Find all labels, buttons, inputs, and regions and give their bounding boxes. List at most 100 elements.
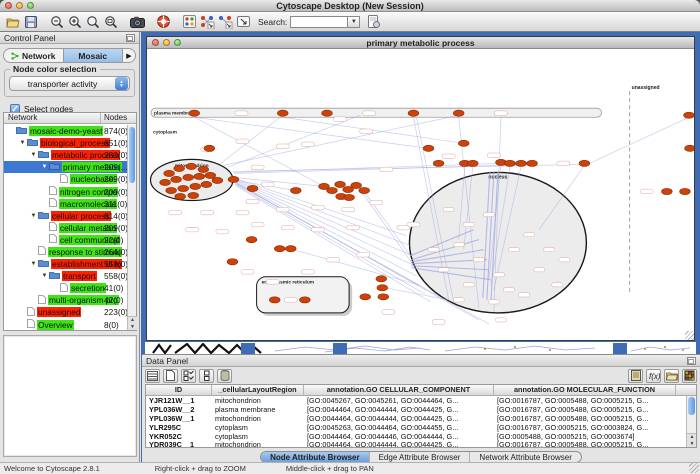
tab-edge-attribute-browser[interactable]: Edge Attribute Browser: [369, 452, 470, 462]
network-node[interactable]: [680, 188, 691, 194]
close-icon[interactable]: [5, 2, 12, 9]
network-node[interactable]: [188, 192, 199, 198]
network-node[interactable]: [178, 185, 189, 191]
network-node[interactable]: [227, 259, 238, 265]
network-node[interactable]: [684, 112, 694, 118]
tree-item-secretion[interactable]: secretion41(0): [4, 282, 127, 294]
help-icon[interactable]: [154, 13, 172, 30]
tab-overflow-icon[interactable]: ▶: [123, 49, 135, 62]
zoom-fit-icon[interactable]: [102, 13, 120, 30]
network-node[interactable]: [198, 166, 209, 172]
snapshot-icon[interactable]: [128, 13, 146, 30]
net-close-icon[interactable]: [152, 39, 159, 46]
table-column-header[interactable]: ID: [146, 385, 212, 395]
network-node[interactable]: [290, 187, 301, 193]
network-node[interactable]: [351, 182, 362, 188]
attribute-list-icon[interactable]: [628, 369, 643, 383]
network-node[interactable]: [360, 294, 371, 300]
network-node[interactable]: [205, 172, 216, 178]
tree-item-cellular-metabo[interactable]: cellular metabo209(0): [4, 222, 127, 234]
network-node[interactable]: [247, 185, 258, 191]
net-minimize-icon[interactable]: [163, 39, 170, 46]
expand-arrow-icon[interactable]: ▼: [18, 140, 27, 146]
tree-item-transport[interactable]: ▼transport558(0): [4, 270, 127, 282]
network-node[interactable]: [160, 179, 171, 185]
plugin-icon[interactable]: [364, 13, 382, 30]
float-data-panel-icon[interactable]: [687, 357, 696, 365]
network-node[interactable]: [344, 194, 355, 200]
network-node[interactable]: [378, 294, 389, 300]
float-panel-icon[interactable]: [126, 34, 135, 42]
tree-item-cellular-process[interactable]: ▼cellular process614(0): [4, 210, 127, 222]
search-input[interactable]: [290, 16, 348, 28]
tree-item-nitrogen-compo[interactable]: nitrogen compo209(0): [4, 185, 127, 197]
tree-item-nucleobase-[interactable]: nucleobase-209(0): [4, 173, 127, 185]
birdseye-view[interactable]: [3, 335, 137, 457]
network-node[interactable]: [527, 160, 538, 166]
network-node[interactable]: [166, 187, 177, 193]
network-node[interactable]: [335, 181, 346, 187]
table-column-header[interactable]: annotation.GO CELLULAR_COMPONENT: [304, 385, 494, 395]
network-node[interactable]: [194, 173, 205, 179]
import-attributes-icon[interactable]: [664, 369, 679, 383]
tab-network-attribute-browser[interactable]: Network Attribute Browser: [469, 452, 580, 462]
matrix-icon[interactable]: [682, 369, 697, 383]
tree-item-unassigned[interactable]: unassigned223(0): [4, 306, 127, 318]
network-node[interactable]: [579, 160, 590, 166]
network-node[interactable]: [171, 176, 182, 182]
network-node[interactable]: [183, 174, 194, 180]
network-node[interactable]: [505, 160, 516, 166]
network-node[interactable]: [174, 165, 185, 171]
tab-mosaic[interactable]: Mosaic: [63, 49, 124, 62]
zoom-window-icon[interactable]: [27, 2, 34, 9]
network-node[interactable]: [201, 181, 212, 187]
table-column-header[interactable]: _cellularLayoutRegion: [212, 385, 304, 395]
attribute-table-icon[interactable]: [145, 369, 160, 383]
tree-item-establishment-of-lo[interactable]: ▼establishment of lo558(0): [4, 258, 127, 270]
network-node[interactable]: [685, 145, 694, 151]
table-row[interactable]: YDR039C__1mitochondrion[GO:0044464, GO:0…: [146, 440, 696, 448]
network-node[interactable]: [189, 110, 200, 116]
network-node[interactable]: [277, 110, 288, 116]
network-node[interactable]: [458, 140, 469, 146]
tree-item-overview[interactable]: Overview8(0): [4, 319, 127, 331]
function-builder-icon[interactable]: f(x): [646, 369, 661, 383]
network-node[interactable]: [212, 177, 223, 183]
network-node[interactable]: [376, 276, 387, 282]
save-icon[interactable]: [22, 13, 40, 30]
network-node[interactable]: [190, 183, 201, 189]
network-node[interactable]: [228, 176, 239, 182]
expand-arrow-icon[interactable]: ▼: [29, 152, 38, 158]
tree-item-macromolecule[interactable]: macromolecule311(0): [4, 198, 127, 210]
delete-attribute-icon[interactable]: [217, 369, 232, 383]
table-scrollbar[interactable]: ▲▼: [686, 396, 696, 447]
vizmapper-icon[interactable]: [180, 13, 198, 30]
new-attribute-icon[interactable]: [163, 369, 178, 383]
network-node[interactable]: [175, 193, 186, 199]
network-node[interactable]: [186, 163, 197, 169]
tree-item-response-to-stimulu[interactable]: response to stimulu264(0): [4, 246, 127, 258]
annotation-icon[interactable]: [234, 13, 252, 30]
open-icon[interactable]: [4, 13, 22, 30]
table-row[interactable]: YKR052Ccytoplasm[GO:0044464, GO:0044446,…: [146, 432, 696, 441]
network-node[interactable]: [300, 297, 311, 303]
table-scroll-arrows[interactable]: ▲▼: [687, 433, 697, 447]
network-node[interactable]: [246, 237, 257, 243]
network-node[interactable]: [423, 145, 434, 151]
zoom-out-icon[interactable]: [48, 13, 66, 30]
window-resize-grip[interactable]: [685, 331, 694, 340]
table-column-header[interactable]: annotation.GO MOLECULAR_FUNCTION: [494, 385, 676, 395]
tab-node-attribute-browser[interactable]: Node Attribute Browser: [261, 452, 369, 462]
layout-icon[interactable]: [216, 13, 234, 30]
select-attributes-icon[interactable]: [181, 369, 196, 383]
expand-arrow-icon[interactable]: ▼: [40, 273, 49, 279]
tree-item-cell-communicat[interactable]: cell communicat22(0): [4, 234, 127, 246]
network-node[interactable]: [377, 285, 388, 291]
network-node[interactable]: [516, 160, 527, 166]
tree-item-primary-metabo[interactable]: ▼primary metabo209(...: [4, 161, 127, 173]
tree-scrollbar[interactable]: ▲▼: [127, 125, 136, 330]
tab-network[interactable]: Network: [4, 49, 63, 62]
zoom-in-icon[interactable]: [66, 13, 84, 30]
network-node[interactable]: [327, 187, 338, 193]
expand-arrow-icon[interactable]: ▼: [29, 261, 38, 267]
